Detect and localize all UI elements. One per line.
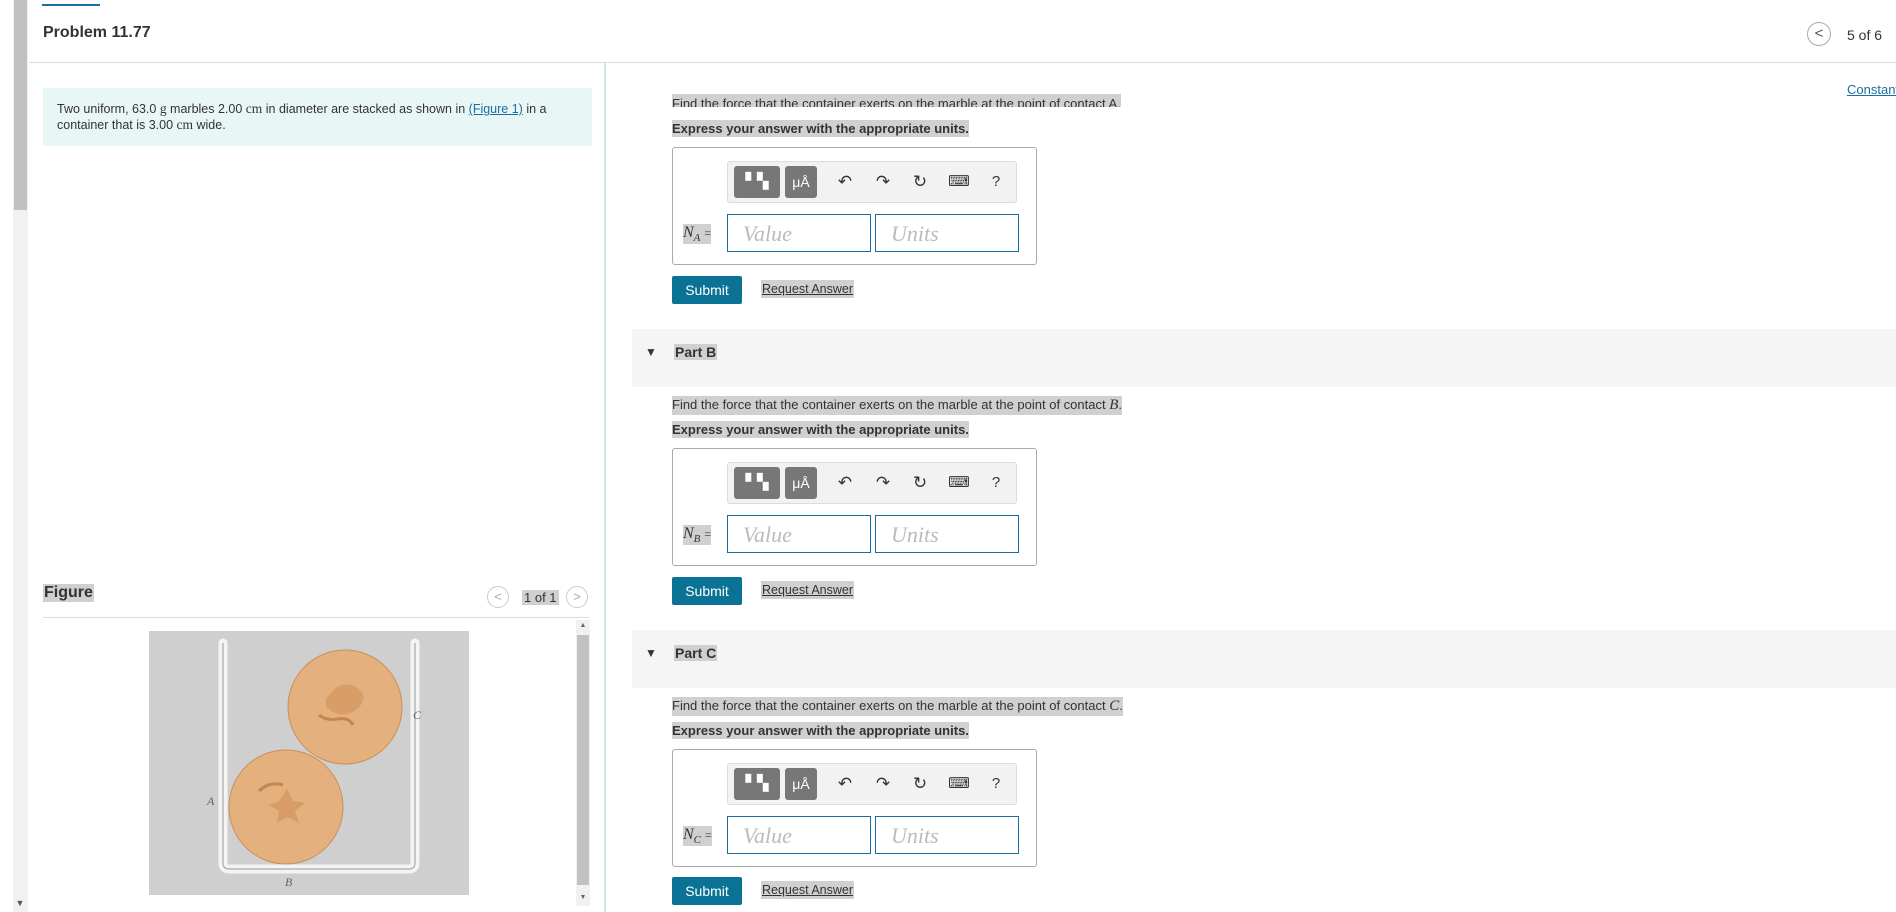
- problem-text: marbles 2.00: [166, 102, 246, 116]
- scroll-up-arrow-icon[interactable]: ▲: [576, 620, 590, 632]
- scroll-down-arrow-icon[interactable]: ▼: [14, 897, 26, 909]
- part-a-value-input[interactable]: Value: [727, 214, 871, 252]
- problem-statement: Two uniform, 63.0 g marbles 2.00 cm in d…: [43, 88, 592, 146]
- chevron-left-icon: <: [1814, 25, 1824, 42]
- contact-point-c: C: [1109, 698, 1120, 714]
- label-a: A: [206, 794, 215, 808]
- problem-text: wide.: [193, 118, 226, 132]
- scroll-down-arrow-icon[interactable]: ▼: [576, 892, 590, 904]
- previous-problem-button[interactable]: <: [1807, 22, 1831, 46]
- keyboard-icon[interactable]: ⌨: [946, 772, 972, 796]
- part-c-header[interactable]: [632, 630, 1896, 688]
- keyboard-icon[interactable]: ⌨: [946, 170, 972, 194]
- unit-gram: g: [159, 101, 167, 116]
- variable-symbol: N: [683, 525, 694, 542]
- redo-icon[interactable]: ↷: [870, 170, 896, 194]
- figure-count: 1 of 1: [522, 590, 559, 605]
- figure-divider: [43, 617, 589, 618]
- part-a-toolbar: ▘▚ μÅ ↶ ↷ ↻ ⌨ ?: [727, 161, 1017, 203]
- part-b-toolbar: ▘▚ μÅ ↶ ↷ ↻ ⌨ ?: [727, 462, 1017, 504]
- figure-scrollbar-thumb[interactable]: [577, 635, 589, 885]
- part-b-header[interactable]: [632, 329, 1896, 387]
- equals-sign: =: [704, 527, 712, 541]
- part-c-prompt: Find the force that the container exerts…: [672, 697, 1123, 716]
- chevron-right-icon: >: [573, 589, 581, 604]
- help-icon[interactable]: ?: [983, 170, 1009, 194]
- variable-subscript: C: [693, 834, 702, 847]
- part-c-instruction: Express your answer with the appropriate…: [672, 722, 969, 739]
- equals-sign: =: [705, 828, 712, 842]
- part-c-request-answer-link[interactable]: Request Answer: [761, 881, 855, 899]
- keyboard-icon[interactable]: ⌨: [946, 471, 972, 495]
- problem-page-count: 5 of 6: [1847, 27, 1883, 43]
- part-b-units-input[interactable]: Units: [875, 515, 1019, 553]
- part-b-prompt: Find the force that the container exerts…: [672, 396, 1122, 415]
- chevron-left-icon: <: [494, 589, 502, 604]
- part-c-toolbar: ▘▚ μÅ ↶ ↷ ↻ ⌨ ?: [727, 763, 1017, 805]
- redo-icon[interactable]: ↷: [870, 471, 896, 495]
- undo-icon[interactable]: ↶: [832, 170, 858, 194]
- part-a-submit-button[interactable]: Submit: [672, 276, 742, 304]
- unit-cm: cm: [245, 101, 263, 116]
- part-b-request-answer-link[interactable]: Request Answer: [761, 581, 855, 599]
- problem-title: Problem 11.77: [43, 24, 151, 41]
- problem-text: Two uniform, 63.0: [57, 102, 160, 116]
- variable-subscript: B: [693, 533, 701, 546]
- figure-link[interactable]: (Figure 1): [469, 102, 523, 116]
- templates-icon[interactable]: ▘▚: [734, 166, 780, 198]
- prompt-end: .: [1119, 698, 1123, 713]
- reset-icon[interactable]: ↻: [907, 471, 933, 495]
- reset-icon[interactable]: ↻: [907, 170, 933, 194]
- contact-point-b: B: [1109, 397, 1119, 413]
- reset-icon[interactable]: ↻: [907, 772, 933, 796]
- part-a-units-input[interactable]: Units: [875, 214, 1019, 252]
- part-a-request-answer-link[interactable]: Request Answer: [761, 280, 855, 298]
- prompt-end: .: [1118, 397, 1122, 412]
- part-b-title[interactable]: Part B: [674, 344, 718, 360]
- problem-header: [29, 0, 1896, 63]
- help-icon[interactable]: ?: [983, 772, 1009, 796]
- marbles-container-diagram: A B C: [206, 638, 422, 889]
- templates-icon[interactable]: ▘▚: [734, 467, 780, 499]
- part-a-prompt: Find the force that the container exerts…: [672, 94, 1121, 107]
- variable-symbol: N: [683, 826, 694, 843]
- caret-down-icon[interactable]: ▼: [645, 646, 657, 660]
- equals-sign: =: [704, 226, 712, 240]
- label-b: B: [285, 875, 293, 889]
- prompt-text: Find the force that the container exerts…: [672, 397, 1110, 412]
- constants-link[interactable]: Constants: [1847, 82, 1896, 97]
- problem-text: in diameter are stacked as shown in: [262, 102, 469, 116]
- part-a-variable: NA =: [683, 224, 712, 245]
- redo-icon[interactable]: ↷: [870, 772, 896, 796]
- help-icon[interactable]: ?: [983, 471, 1009, 495]
- part-b-instruction: Express your answer with the appropriate…: [672, 421, 969, 438]
- part-c-value-input[interactable]: Value: [727, 816, 871, 854]
- undo-icon[interactable]: ↶: [832, 471, 858, 495]
- part-b-variable: NB =: [683, 525, 712, 546]
- figure-prev-button[interactable]: <: [487, 586, 509, 608]
- part-c-units-input[interactable]: Units: [875, 816, 1019, 854]
- unit-cm: cm: [176, 117, 194, 132]
- variable-subscript: A: [693, 232, 701, 245]
- part-c-title[interactable]: Part C: [674, 645, 718, 661]
- label-c: C: [413, 708, 422, 722]
- pane-divider[interactable]: [604, 62, 606, 912]
- part-b-submit-button[interactable]: Submit: [672, 577, 742, 605]
- units-icon[interactable]: μÅ: [785, 166, 817, 198]
- figure-title: Figure: [43, 584, 94, 602]
- part-a-instruction: Express your answer with the appropriate…: [672, 120, 969, 137]
- figure-next-button[interactable]: >: [566, 586, 588, 608]
- window-scrollbar-thumb[interactable]: [14, 0, 27, 210]
- caret-down-icon[interactable]: ▼: [645, 345, 657, 359]
- part-c-variable: NC =: [683, 826, 712, 847]
- units-icon[interactable]: μÅ: [785, 768, 817, 800]
- variable-symbol: N: [683, 224, 694, 241]
- prompt-text: Find the force that the container exerts…: [672, 698, 1110, 713]
- templates-icon[interactable]: ▘▚: [734, 768, 780, 800]
- part-c-submit-button[interactable]: Submit: [672, 877, 742, 905]
- units-icon[interactable]: μÅ: [785, 467, 817, 499]
- undo-icon[interactable]: ↶: [832, 772, 858, 796]
- part-b-value-input[interactable]: Value: [727, 515, 871, 553]
- figure-image: A B C: [149, 631, 469, 895]
